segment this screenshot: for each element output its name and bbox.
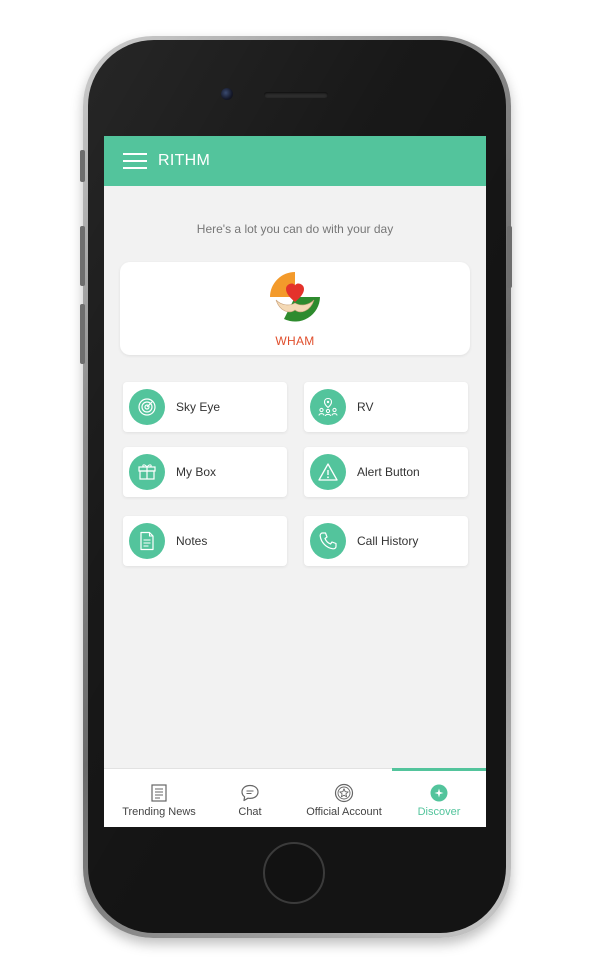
mute-switch [80,150,85,182]
earpiece-speaker [264,92,328,98]
document-icon [129,523,165,559]
nav-label: Trending News [122,806,196,818]
volume-up-button [80,226,85,286]
home-button[interactable] [263,842,325,904]
tile-call-history[interactable]: Call History [304,516,468,566]
menu-icon[interactable] [123,153,147,170]
bottom-nav: Trending News Chat Official Account Disc… [104,768,486,827]
tile-label: Sky Eye [176,400,221,414]
app-screen: RITHM Here's a lot you can do with your … [104,136,486,827]
wham-card[interactable]: WHAM [120,262,470,355]
location-people-icon [310,389,346,425]
tile-my-box[interactable]: My Box [123,447,287,497]
warning-icon [310,454,346,490]
radar-icon [129,389,165,425]
tile-sky-eye[interactable]: Sky Eye [123,382,287,432]
volume-down-button [80,304,85,364]
chat-bubble-icon [241,784,259,802]
tile-label: Alert Button [357,465,420,479]
phone-icon [310,523,346,559]
tile-alert-button[interactable]: Alert Button [304,447,468,497]
nav-label: Chat [238,806,262,818]
app-title: RITHM [158,152,211,169]
nav-label: Official Account [306,806,382,818]
tagline: Here's a lot you can do with your day [196,222,394,236]
nav-discover[interactable]: Discover [392,769,486,827]
compass-icon [430,784,448,802]
tile-label: Call History [357,534,419,548]
tile-label: RV [357,400,374,414]
wham-label: WHAM [275,334,315,348]
app-header: RITHM [104,136,486,186]
nav-trending-news[interactable]: Trending News [112,769,206,827]
nav-chat[interactable]: Chat [206,769,294,827]
newspaper-icon [151,784,167,802]
tile-label: Notes [176,534,208,548]
front-camera [221,88,233,100]
star-badge-icon [334,783,354,803]
tile-rv[interactable]: RV [304,382,468,432]
heart-hands-logo-icon [270,272,320,322]
tile-notes[interactable]: Notes [123,516,287,566]
nav-official-account[interactable]: Official Account [296,769,392,827]
power-button [507,226,512,288]
nav-label: Discover [417,806,461,818]
gift-box-icon [129,454,165,490]
tile-label: My Box [176,465,217,479]
